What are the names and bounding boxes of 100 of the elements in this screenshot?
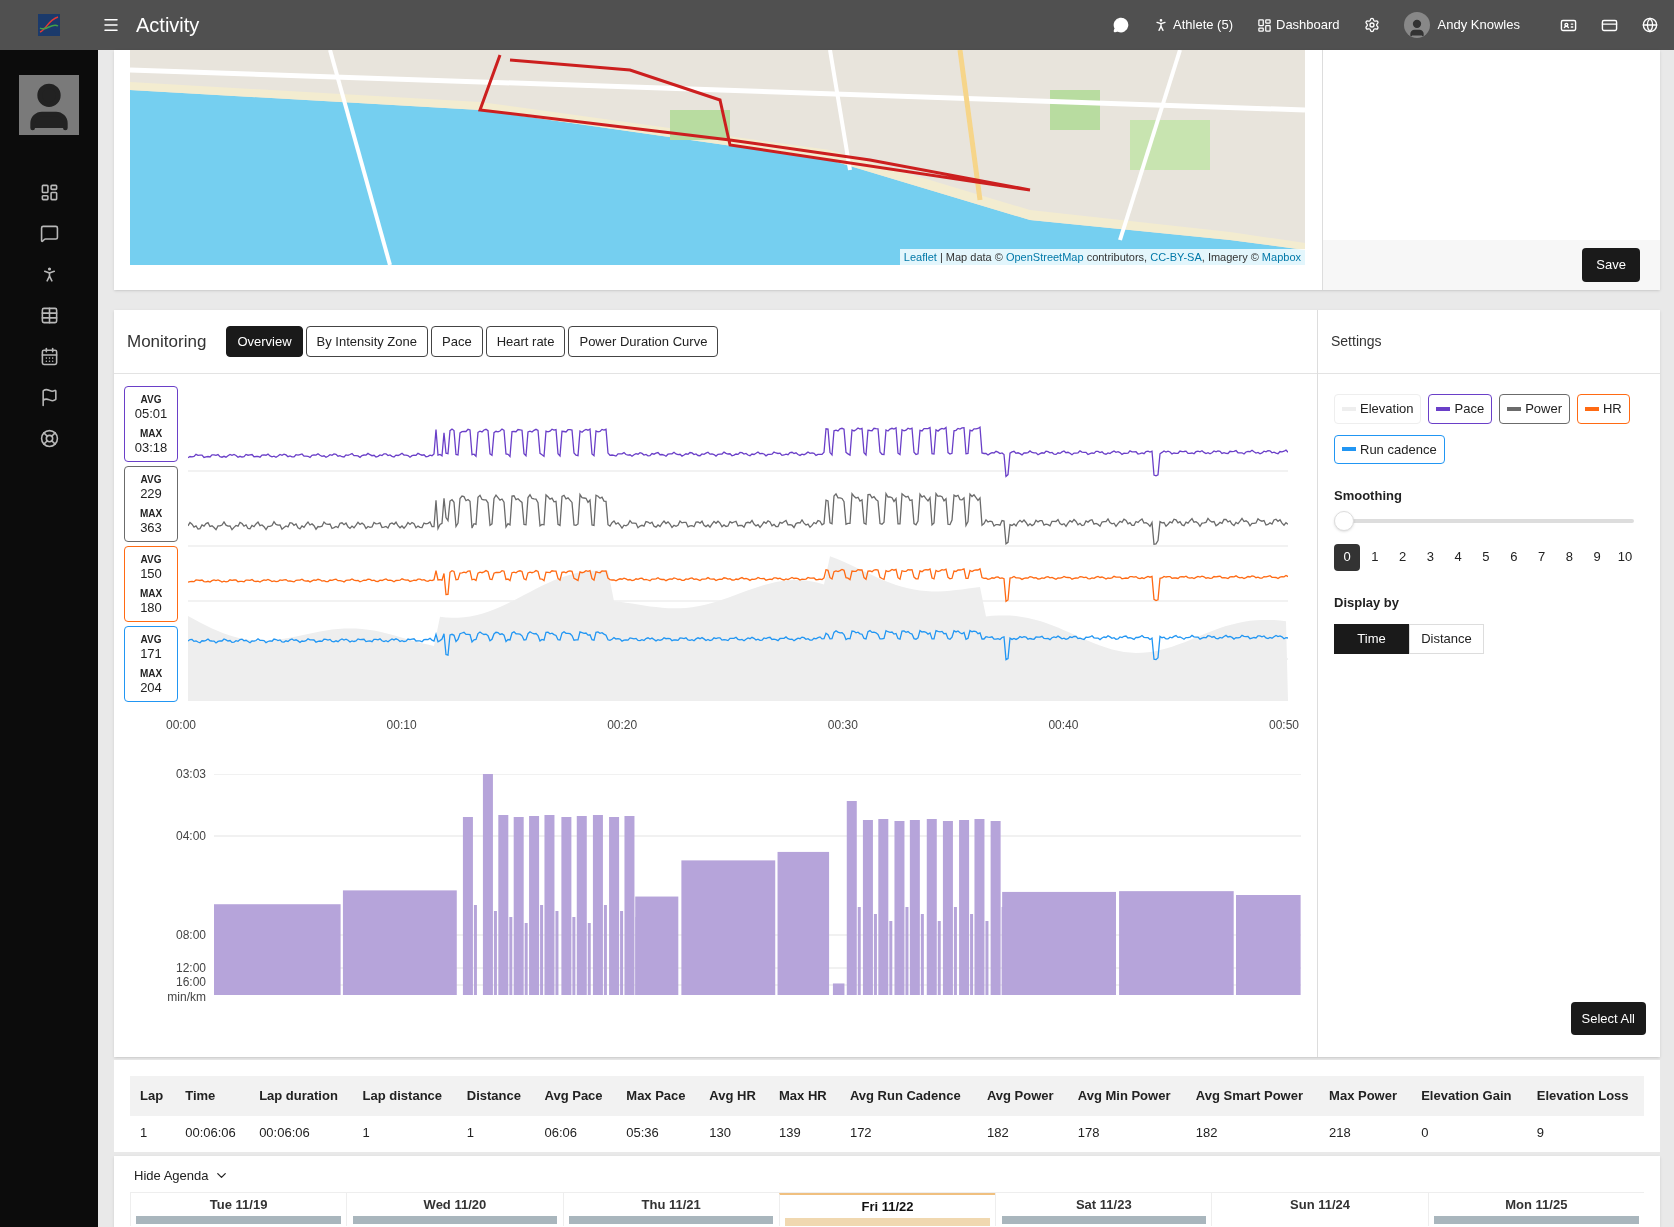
column-header: Time — [175, 1076, 250, 1116]
series-toggle[interactable]: Run cadence — [1334, 434, 1445, 464]
series-toggle[interactable]: Power — [1499, 394, 1570, 424]
stat-value: 05:01 — [134, 407, 168, 421]
chart-tab[interactable]: Power Duration Curve — [568, 325, 719, 358]
column-header: Avg Power — [976, 1076, 1068, 1116]
page-title: Activity — [136, 13, 200, 38]
dashboard-link[interactable]: Dashboard — [1257, 15, 1340, 35]
table-cell: 182 — [1185, 1116, 1320, 1150]
attribution-link[interactable]: Mapbox — [1261, 250, 1301, 263]
save-button[interactable]: Save — [1582, 248, 1640, 282]
logo-icon[interactable] — [38, 14, 60, 36]
profile-avatar[interactable] — [19, 75, 79, 135]
avatar-icon[interactable] — [1403, 12, 1430, 38]
day-header: Sun 11/24 — [1290, 1195, 1351, 1214]
column-header: Elevation Loss — [1526, 1076, 1644, 1116]
smoothing-step[interactable]: 3 — [1417, 543, 1444, 571]
table-cell: 00:06:06 — [249, 1116, 353, 1150]
stat-label: AVG — [140, 633, 162, 647]
segment-button[interactable]: Distance — [1409, 624, 1484, 654]
table-cell: 06:06 — [534, 1116, 617, 1150]
chart-tab[interactable]: Overview — [226, 325, 303, 358]
table-cell: 218 — [1319, 1116, 1412, 1150]
flag-icon[interactable] — [39, 388, 59, 407]
series-toggle[interactable]: Pace — [1428, 394, 1493, 424]
globe-icon[interactable] — [1642, 17, 1658, 33]
chart-tab[interactable]: Pace — [431, 325, 483, 358]
series-toggle[interactable]: HR — [1577, 394, 1630, 424]
stat-label: MAX — [139, 587, 163, 601]
chat-icon[interactable] — [1113, 17, 1129, 33]
attribution-link[interactable]: OpenStreetMap — [1005, 250, 1084, 263]
column-header: Elevation Gain — [1411, 1076, 1527, 1116]
smoothing-step[interactable]: 9 — [1584, 543, 1611, 571]
table-icon[interactable] — [39, 306, 59, 325]
panel-title: Settings — [1331, 332, 1382, 351]
table-cell: 1 — [352, 1116, 457, 1150]
select-all-button[interactable]: Select All — [1570, 1001, 1646, 1035]
stat-value: 180 — [140, 601, 162, 615]
column-header: Max Pace — [616, 1076, 700, 1116]
grid-icon — [1257, 17, 1272, 33]
column-header: Max Power — [1319, 1076, 1412, 1116]
day-header: Tue 11/19 — [209, 1195, 268, 1214]
slider-thumb[interactable] — [1334, 510, 1354, 531]
settings-icon[interactable] — [1363, 17, 1380, 33]
stat-value: 204 — [140, 681, 162, 695]
axis-label: 00:50 — [1268, 717, 1299, 734]
table-cell: 05:36 — [616, 1116, 700, 1150]
smoothing-step[interactable]: 2 — [1389, 543, 1416, 571]
attribution-link[interactable]: CC-BY-SA — [1150, 250, 1202, 263]
table-cell: 182 — [976, 1116, 1068, 1150]
smoothing-step[interactable]: 6 — [1500, 543, 1527, 571]
column-header: Lap distance — [352, 1076, 457, 1116]
attribution-link[interactable]: Leaflet — [903, 250, 937, 263]
smoothing-step[interactable]: 7 — [1528, 543, 1555, 571]
stat-label: AVG — [140, 473, 162, 487]
table-cell: 1 — [130, 1116, 176, 1150]
day-header: Mon 11/25 — [1505, 1195, 1568, 1214]
smoothing-step[interactable]: 1 — [1361, 543, 1388, 571]
stat-value: 150 — [140, 567, 162, 581]
column-header: Avg Smart Power — [1185, 1076, 1320, 1116]
calendar-icon[interactable] — [39, 347, 59, 366]
table-cell: 172 — [839, 1116, 977, 1150]
menu-icon[interactable] — [102, 16, 120, 34]
chart-tab[interactable]: By Intensity Zone — [305, 325, 428, 358]
column-header: Distance — [456, 1076, 535, 1116]
axis-label: 00:30 — [827, 717, 858, 734]
smoothing-step[interactable]: 10 — [1611, 543, 1638, 571]
series-toggle[interactable]: Elevation — [1334, 394, 1422, 424]
day-header: Sat 11/23 — [1075, 1195, 1132, 1214]
smoothing-step[interactable]: 0 — [1334, 543, 1360, 571]
table-cell: 178 — [1067, 1116, 1186, 1150]
table-cell: 9 — [1526, 1116, 1644, 1150]
axis-label: 00:20 — [607, 717, 638, 734]
stat-value: 229 — [140, 487, 162, 501]
smoothing-step[interactable]: 8 — [1556, 543, 1583, 571]
stat-value: 171 — [140, 647, 162, 661]
segment-button[interactable]: Time — [1334, 624, 1409, 654]
smoothing-step[interactable]: 5 — [1473, 543, 1499, 571]
axis-unit: min/km — [167, 991, 206, 1003]
axis-label: 03:03 — [175, 768, 206, 780]
stat-label: MAX — [139, 427, 163, 441]
stat-value: 03:18 — [134, 441, 168, 455]
table-cell: 00:06:06 — [175, 1116, 250, 1150]
axis-label: 00:00 — [166, 717, 197, 734]
table-cell: 0 — [1411, 1116, 1527, 1150]
dashboard-icon[interactable] — [39, 183, 59, 202]
smoothing-step[interactable]: 4 — [1445, 543, 1472, 571]
column-header: Lap — [130, 1076, 176, 1116]
column-header: Avg HR — [699, 1076, 769, 1116]
column-header: Max HR — [769, 1076, 840, 1116]
user-name[interactable]: Andy Knowles — [1437, 15, 1520, 35]
help-icon[interactable] — [39, 429, 59, 448]
athlete-link[interactable]: Athlete (5) — [1153, 15, 1233, 35]
column-header: Avg Pace — [534, 1076, 617, 1116]
stat-label: MAX — [139, 507, 163, 521]
message-icon[interactable] — [39, 224, 59, 243]
chart-tab[interactable]: Heart rate — [485, 325, 566, 358]
agenda-toggle[interactable]: Hide Agenda — [134, 1166, 230, 1186]
table-cell: 139 — [769, 1116, 840, 1150]
stat-label: AVG — [140, 553, 162, 567]
